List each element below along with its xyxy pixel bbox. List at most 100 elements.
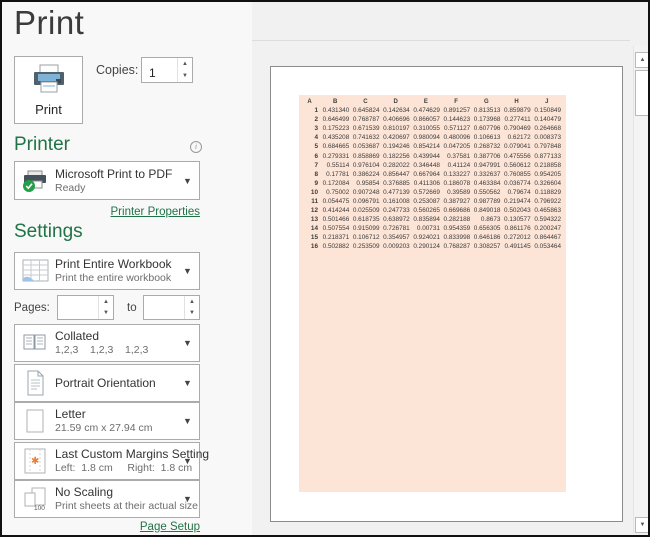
sheet-cell: 0.861176 — [504, 225, 531, 233]
info-icon[interactable]: i — [190, 141, 202, 153]
row-number: 13 — [310, 216, 319, 224]
sheet-cell: 0.282188 — [443, 216, 471, 224]
sheet-cell: 0.987789 — [473, 197, 501, 205]
scrollbar-thumb[interactable] — [635, 70, 648, 116]
printer-section-heading: Printer — [14, 134, 70, 155]
sheet-cell: 0.760855 — [504, 170, 531, 178]
page-setup-link[interactable]: Page Setup — [14, 521, 200, 533]
sheet-cell: 0.645824 — [352, 107, 380, 115]
print-button[interactable]: Print — [14, 56, 83, 124]
sheet-cell: 0.008373 — [534, 134, 561, 142]
sheet-row: 1 0.431340 0.645824 0.142634 0.474629 0.89125… — [299, 106, 562, 115]
sheet-cell: 0.62172 — [507, 134, 531, 142]
collation-dropdown[interactable]: Collated 1,2,3 1,2,3 1,2,3 ▼ — [14, 324, 200, 362]
pages-label: Pages: — [14, 302, 50, 314]
sheet-cell: 0.247733 — [383, 207, 410, 215]
sheet-cell: 0.376885 — [383, 179, 410, 187]
column-header: A — [307, 99, 312, 105]
sheet-row: 15 0.218371 0.106712 0.354957 0.924021 0.8339… — [299, 233, 562, 242]
pages-from-increment-icon[interactable]: ▲ — [99, 296, 113, 308]
orientation-title: Portrait Orientation — [55, 375, 156, 390]
sheet-cell: 0.854214 — [413, 143, 440, 151]
sheet-cell: 0.253087 — [413, 197, 440, 205]
pages-from-decrement-icon[interactable]: ▼ — [99, 308, 113, 320]
column-header: B — [332, 99, 338, 105]
collation-text: Collated 1,2,3 1,2,3 1,2,3 — [55, 329, 183, 357]
sheet-cell: 0.796922 — [534, 197, 561, 205]
copies-increment-icon[interactable]: ▲ — [178, 58, 192, 70]
chevron-down-icon: ▼ — [183, 338, 192, 348]
pages-to-increment-icon[interactable]: ▲ — [185, 296, 199, 308]
print-what-dropdown[interactable]: Print Entire Workbook Print the entire w… — [14, 252, 200, 290]
scaling-dropdown[interactable]: 100 No Scaling Print sheets at their act… — [14, 480, 200, 518]
row-number: 4 — [314, 134, 319, 142]
sheet-cell: 0.954359 — [443, 225, 471, 233]
printer-selector-dropdown[interactable]: Microsoft Print to PDF Ready ▼ — [14, 161, 200, 200]
printer-properties-link[interactable]: Printer Properties — [14, 206, 200, 218]
preview-scrollbar[interactable]: ▲ ▼ — [633, 46, 648, 533]
pages-from-input[interactable] — [58, 296, 98, 319]
sheet-cell: 0.194246 — [383, 143, 410, 151]
no-scaling-icon: 100 — [15, 486, 55, 512]
row-number: 2 — [314, 116, 319, 124]
sheet-row: 13 0.501466 0.618735 0.638972 0.835894 0.2821… — [299, 215, 562, 224]
chevron-down-icon: ▼ — [183, 266, 192, 276]
collated-pages-icon — [15, 332, 55, 354]
sheet-cell: 0.79674 — [507, 188, 531, 196]
sheet-cell: 0.054475 — [322, 197, 350, 205]
column-header: H — [514, 99, 519, 105]
sheet-cell: 0.95854 — [356, 179, 380, 187]
sheet-cell: 0.310055 — [413, 125, 440, 133]
preview-sheet-area: A B C D E F G H J 1 0.431340 0.645824 0.142634 0.474… — [299, 95, 566, 492]
sheet-cell: 0.106613 — [473, 134, 501, 142]
row-number: 7 — [314, 161, 319, 169]
row-number: 10 — [310, 188, 319, 196]
sheet-cell: 0.560265 — [413, 207, 440, 215]
preview-sheet-table: A B C D E F G H J 1 0.431340 0.645824 0.142634 0.474… — [299, 98, 562, 252]
sheet-cell: 0.810197 — [383, 125, 410, 133]
column-header: E — [423, 99, 428, 105]
paper-size-text: Letter 21.59 cm x 27.94 cm — [55, 407, 183, 435]
orientation-dropdown[interactable]: Portrait Orientation ▼ — [14, 364, 200, 402]
sheet-cell: 0.768287 — [443, 243, 471, 251]
sheet-cell: 0.560612 — [504, 161, 531, 169]
scroll-down-icon[interactable]: ▼ — [635, 517, 648, 533]
sheet-cell: 0.571127 — [444, 125, 471, 133]
sheet-cell: 0.891257 — [443, 107, 471, 115]
sheet-cell: 0.8673 — [480, 216, 501, 224]
margins-dropdown[interactable]: ✱ Last Custom Margins Setting Left: 1.8 … — [14, 442, 209, 480]
sheet-cell: 0.009203 — [383, 243, 410, 251]
sheet-cell: 0.172084 — [322, 179, 350, 187]
sheet-cell: 0.00731 — [416, 225, 440, 233]
copies-input[interactable] — [142, 58, 177, 82]
sheet-cell: 0.618735 — [352, 216, 380, 224]
sheet-cell: 0.858869 — [352, 152, 380, 160]
page-title: Print — [14, 4, 85, 41]
sheet-cell: 0.947991 — [473, 161, 501, 169]
sheet-cell: 0.75002 — [326, 188, 350, 196]
pages-to-input[interactable] — [144, 296, 184, 319]
scaling-title: No Scaling — [55, 485, 114, 499]
sheet-cell: 0.477139 — [383, 188, 410, 196]
sheet-cell: 0.218858 — [534, 161, 561, 169]
row-number: 5 — [314, 143, 319, 151]
column-header: J — [545, 99, 549, 105]
sheet-cell: 0.907248 — [352, 188, 380, 196]
sheet-cell: 0.501466 — [322, 216, 350, 224]
sheet-cell: 0.290124 — [413, 243, 440, 251]
paper-size-dropdown[interactable]: Letter 21.59 cm x 27.94 cm ▼ — [14, 402, 200, 440]
printer-device-icon — [15, 169, 55, 193]
collation-subtitle: 1,2,3 1,2,3 1,2,3 — [55, 344, 149, 356]
sheet-cell: 0.140479 — [534, 116, 561, 124]
sheet-row: 2 0.646499 0.768787 0.406696 0.866057 0.14462… — [299, 115, 562, 124]
column-header: F — [454, 99, 458, 105]
sheet-cell: 0.924021 — [413, 234, 440, 242]
sheet-cell: 0.431340 — [322, 107, 350, 115]
scroll-up-icon[interactable]: ▲ — [635, 52, 648, 68]
pages-to-decrement-icon[interactable]: ▼ — [185, 308, 199, 320]
copies-decrement-icon[interactable]: ▼ — [178, 70, 192, 82]
sheet-cell: 0.480096 — [443, 134, 471, 142]
row-number: 9 — [314, 179, 319, 187]
sheet-cell: 0.264668 — [534, 125, 561, 133]
sheet-cell: 0.55114 — [326, 161, 350, 169]
